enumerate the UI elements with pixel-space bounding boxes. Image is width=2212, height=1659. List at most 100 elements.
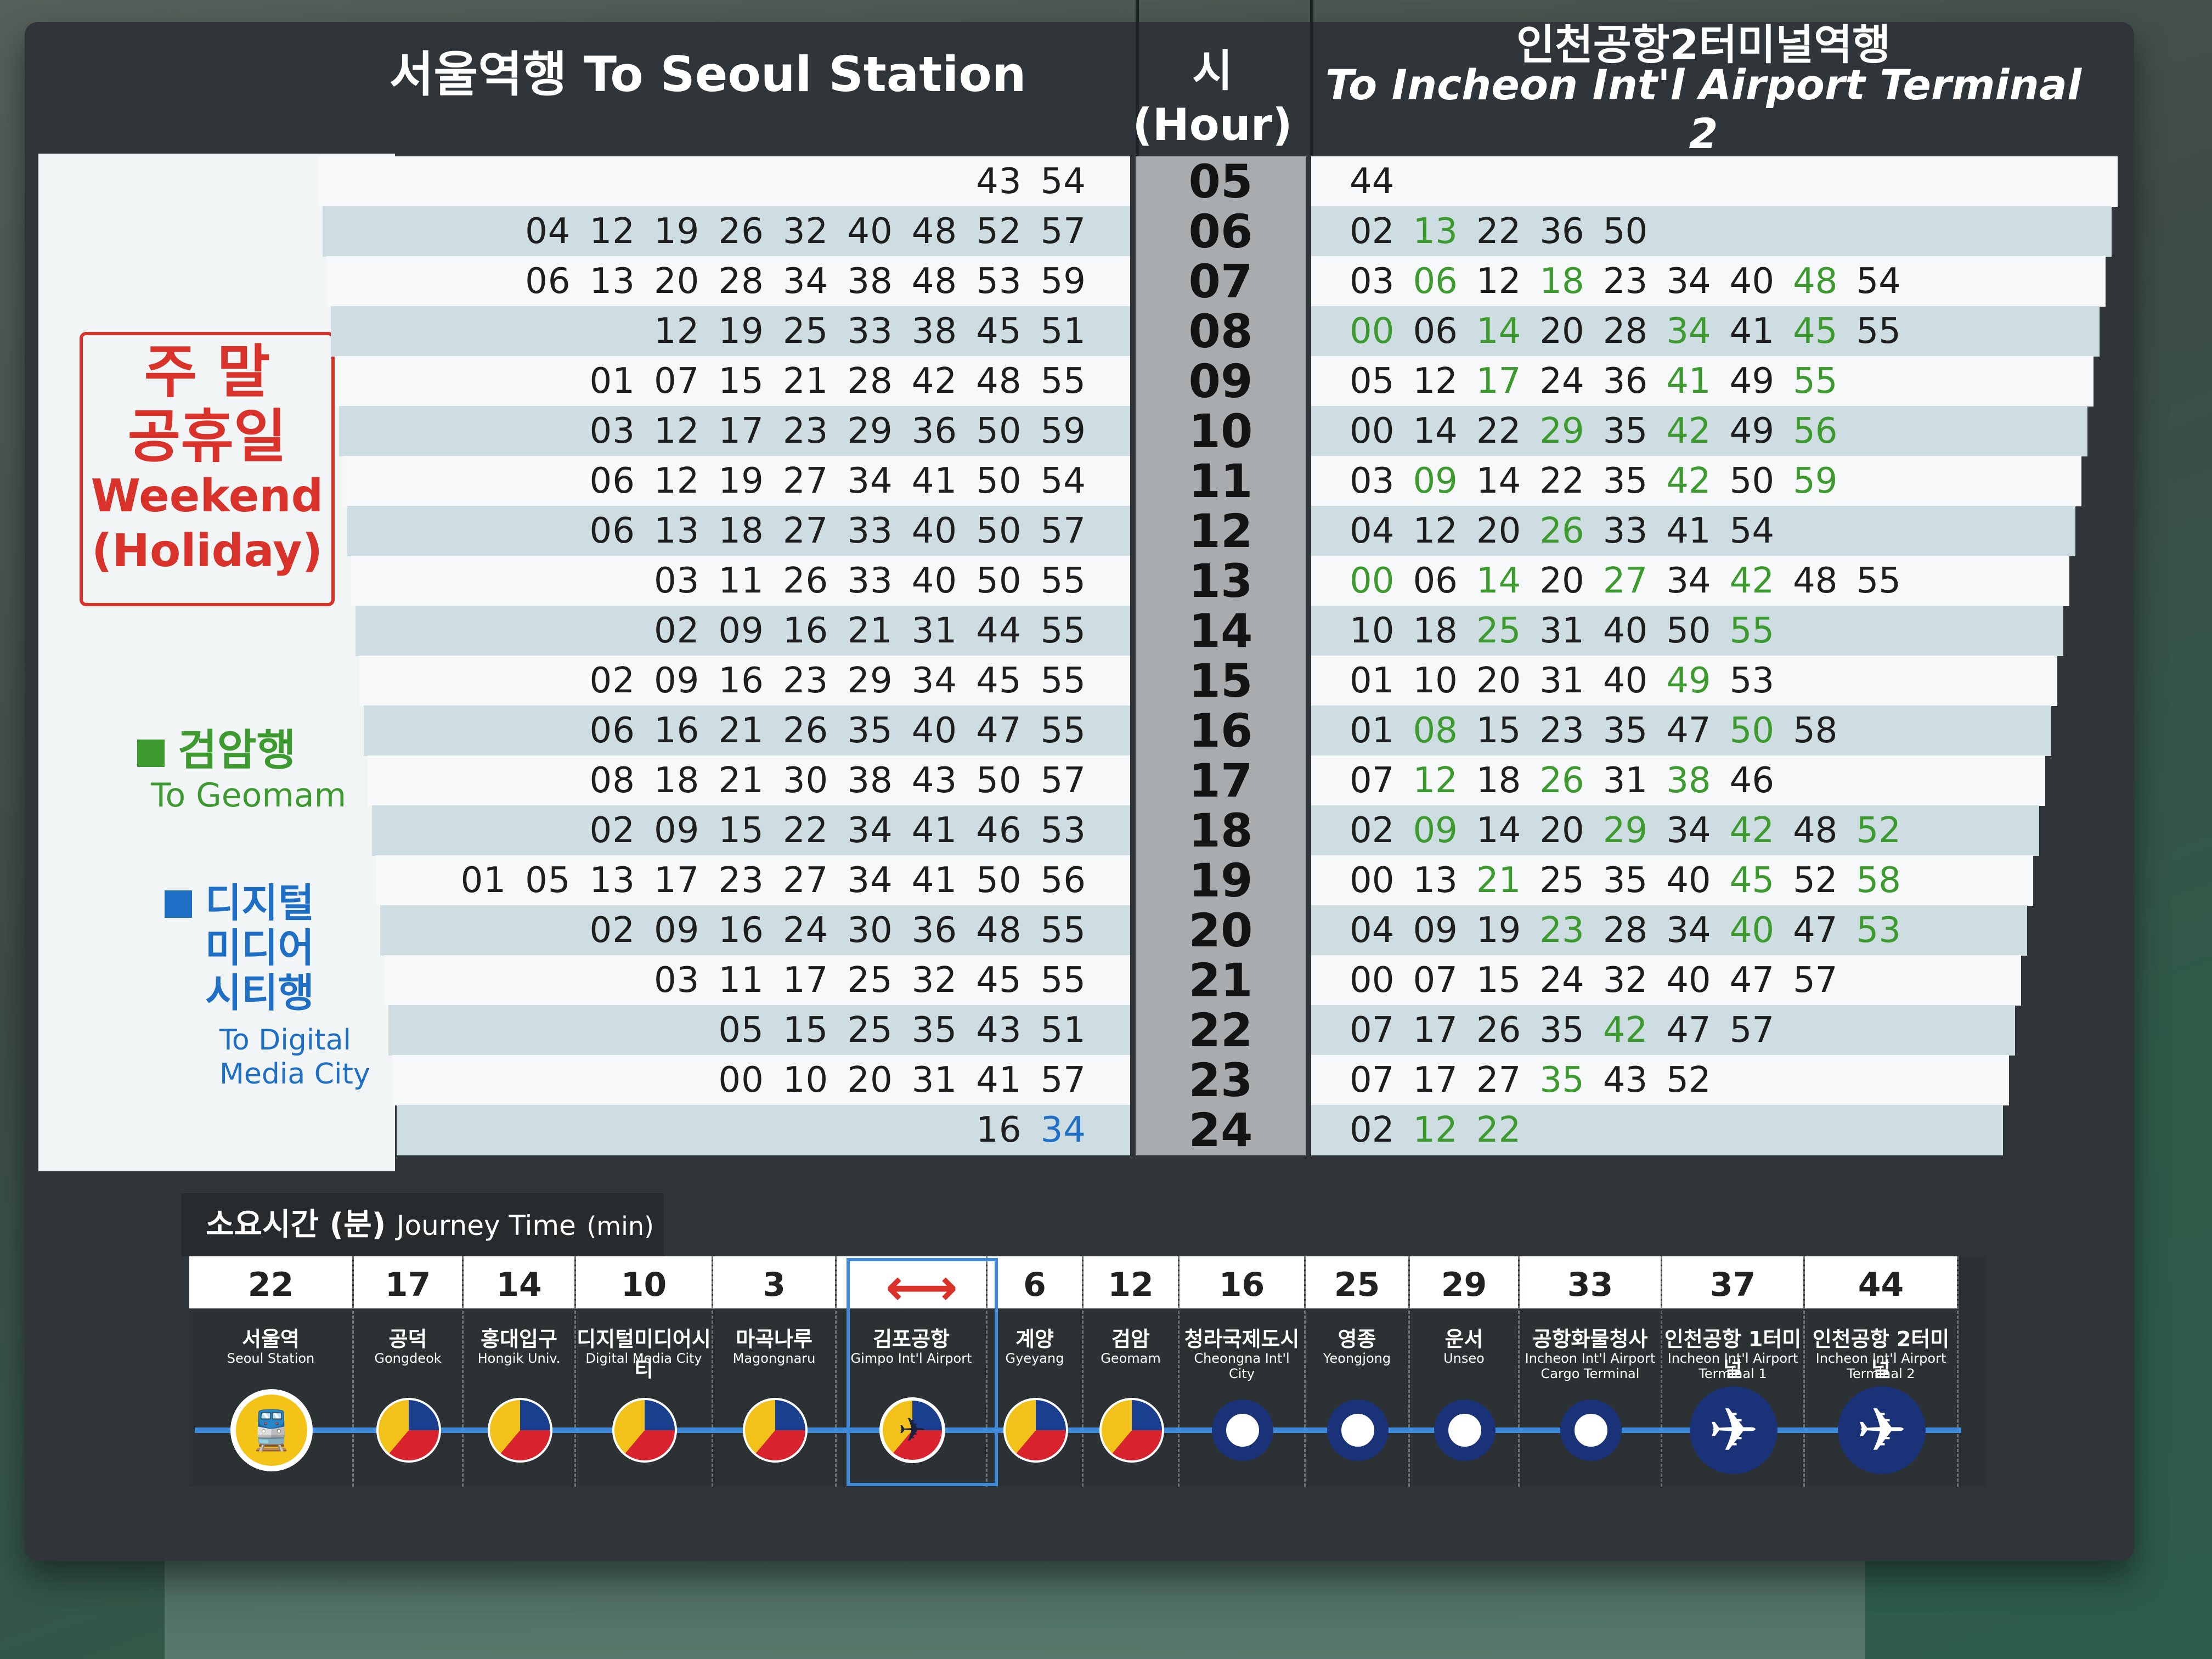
departure-minute: 45	[1729, 860, 1775, 901]
station-name-en-line: Geomam	[1101, 1351, 1161, 1366]
header-incheon-en: To Incheon Int'l Airport Terminal 2	[1325, 60, 2082, 158]
departure-minute: 55	[1040, 361, 1086, 402]
departure-minute: 59	[1793, 461, 1838, 501]
departure-minute: 44	[976, 611, 1022, 651]
station-name-ko: 검암	[1111, 1327, 1150, 1351]
departure-minute: 55	[1793, 361, 1838, 402]
hour-label: 14	[1136, 606, 1306, 656]
departure-minute: 59	[1040, 411, 1086, 452]
legend-dmc: 디지털 미디어 시티행	[165, 881, 314, 1015]
departure-minute: 31	[1539, 661, 1584, 701]
departure-minute: 48	[976, 361, 1022, 402]
departure-minute: 42	[1729, 561, 1775, 601]
timetable-row: 00 10 20 31 41 57 23 07 17 27 35 43 52	[318, 1055, 2123, 1107]
departure-minute: 50	[1729, 710, 1775, 751]
departure-minute: 00	[1350, 411, 1395, 452]
legend-dmc-ko-3: 시티행	[205, 970, 314, 1016]
departure-minute: 40	[911, 561, 958, 601]
departure-minute: 04	[1350, 511, 1395, 551]
timetable-row: 01 05 13 17 23 27 34 41 50 56 19 00 13 21 25 35 40 45 52 58	[318, 855, 2123, 907]
departure-minute: 09	[653, 810, 700, 851]
departure-minute: 38	[1666, 760, 1711, 801]
departure-minute: 54	[1040, 161, 1086, 202]
departure-minute: 31	[1539, 611, 1584, 651]
departure-minute: 56	[1040, 860, 1086, 901]
departure-minute: 15	[718, 810, 764, 851]
departure-minute: 46	[1729, 760, 1775, 801]
departure-minute: 33	[1602, 511, 1648, 551]
timetable-row: 04 12 19 26 32 40 48 52 57 06 02 13 22 36 50	[318, 206, 2123, 258]
incheon-departures: 04 09 19 23 28 34 40 47 53	[1311, 905, 2027, 956]
departure-minute: 42	[1602, 1010, 1648, 1051]
departure-minute: 21	[782, 361, 829, 402]
departure-minute: 59	[1040, 261, 1086, 302]
departure-minute: 21	[718, 760, 764, 801]
seoul-departures: 05 15 25 35 43 51	[388, 1005, 1130, 1056]
seoul-departures: 06 13 18 27 33 40 50 57	[347, 506, 1130, 556]
station-name-en: Digital Media City	[576, 1351, 712, 1366]
departure-minute: 14	[1476, 810, 1521, 851]
departure-minute: 43	[976, 1010, 1022, 1051]
departure-minute: 07	[1350, 1060, 1395, 1101]
legend-geomam: 검암행	[137, 716, 296, 777]
station-circle-icon	[1327, 1400, 1389, 1461]
departure-minute: 23	[718, 860, 764, 901]
departure-minute: 06	[589, 511, 635, 551]
timetable-row: 02 09 15 22 34 41 46 53 18 02 09 14 20 29 34 42 48 52	[318, 805, 2123, 857]
station-name-en: Incheon Int'l Airport Cargo Terminal	[1520, 1351, 1661, 1381]
departure-minute: 36	[911, 411, 958, 452]
departure-minute: 55	[1856, 311, 1901, 352]
incheon-departures: 02 13 22 36 50	[1311, 206, 2112, 257]
station-name-en: Gongdeok	[354, 1351, 462, 1366]
station-name-en-line: Digital Media City	[585, 1351, 702, 1366]
station-name-en: Magongnaru	[713, 1351, 835, 1366]
hour-label: 11	[1136, 456, 1306, 506]
hour-label: 09	[1136, 356, 1306, 407]
journey-title-unit: (min)	[586, 1211, 654, 1241]
departure-minute: 23	[782, 411, 829, 452]
departure-minute: 31	[1602, 760, 1648, 801]
incheon-departures: 03 06 12 18 23 34 40 48 54	[1311, 256, 2106, 307]
departure-minute: 41	[911, 860, 958, 901]
departure-minute: 35	[1602, 411, 1648, 452]
departure-minute: 23	[782, 661, 829, 701]
seoul-departures: 16 34	[397, 1105, 1130, 1155]
station-name-ko: 서울역	[242, 1327, 300, 1351]
seoul-departures: 03 11 26 33 40 50 55	[351, 556, 1130, 606]
station-circle-icon	[1560, 1400, 1622, 1461]
departure-minute: 25	[1539, 860, 1584, 901]
departure-minute: 26	[718, 211, 764, 252]
incheon-departures: 10 18 25 31 40 50 55	[1311, 606, 2063, 656]
departure-minute: 32	[1602, 960, 1648, 1001]
station-circle-icon	[1434, 1400, 1496, 1461]
departure-minute: 16	[782, 611, 829, 651]
departure-minute: 01	[1350, 710, 1395, 751]
hour-label: 23	[1136, 1055, 1306, 1105]
header-seoul-station: 서울역행 To Seoul Station	[389, 46, 1026, 103]
departure-minute: 09	[653, 910, 700, 951]
departure-minute: 16	[976, 1110, 1022, 1150]
timetable-row: 08 18 21 30 38 43 50 57 17 07 12 18 26 31 38 46	[318, 755, 2123, 807]
departure-minute: 54	[1729, 511, 1775, 551]
station-name-ko: 영종	[1338, 1327, 1376, 1351]
departure-minute: 00	[1350, 311, 1395, 352]
legend-dmc-ko-block: 디지털 미디어 시티행	[205, 881, 314, 1015]
seoul-departures: 01 05 13 17 23 27 34 41 50 56	[376, 855, 1130, 906]
departure-minute: 16	[718, 661, 764, 701]
station-name-en-line: Unseo	[1443, 1351, 1485, 1366]
departure-minute: 27	[782, 860, 829, 901]
timetable-row: 02 09 16 21 31 44 55 14 10 18 25 31 40 50 55	[318, 606, 2123, 657]
blue-square-icon	[165, 890, 192, 918]
weekend-holiday-badge: 주 말 공휴일 Weekend (Holiday)	[80, 332, 335, 606]
station-name-en: Gyeyang	[988, 1351, 1082, 1366]
departure-minute: 22	[1539, 461, 1584, 501]
departure-minute: 41	[911, 810, 958, 851]
departure-minute: 10	[782, 1060, 829, 1101]
departure-minute: 13	[589, 261, 635, 302]
timetable-row: 02 09 16 24 30 36 48 55 20 04 09 19 23 28 34 40 47 53	[318, 905, 2123, 957]
departure-minute: 48	[911, 261, 958, 302]
incheon-departures: 05 12 17 24 36 41 49 55	[1311, 356, 2094, 407]
departure-minute: 48	[1793, 810, 1838, 851]
departure-minute: 06	[1413, 561, 1458, 601]
departure-minute: 26	[782, 710, 829, 751]
